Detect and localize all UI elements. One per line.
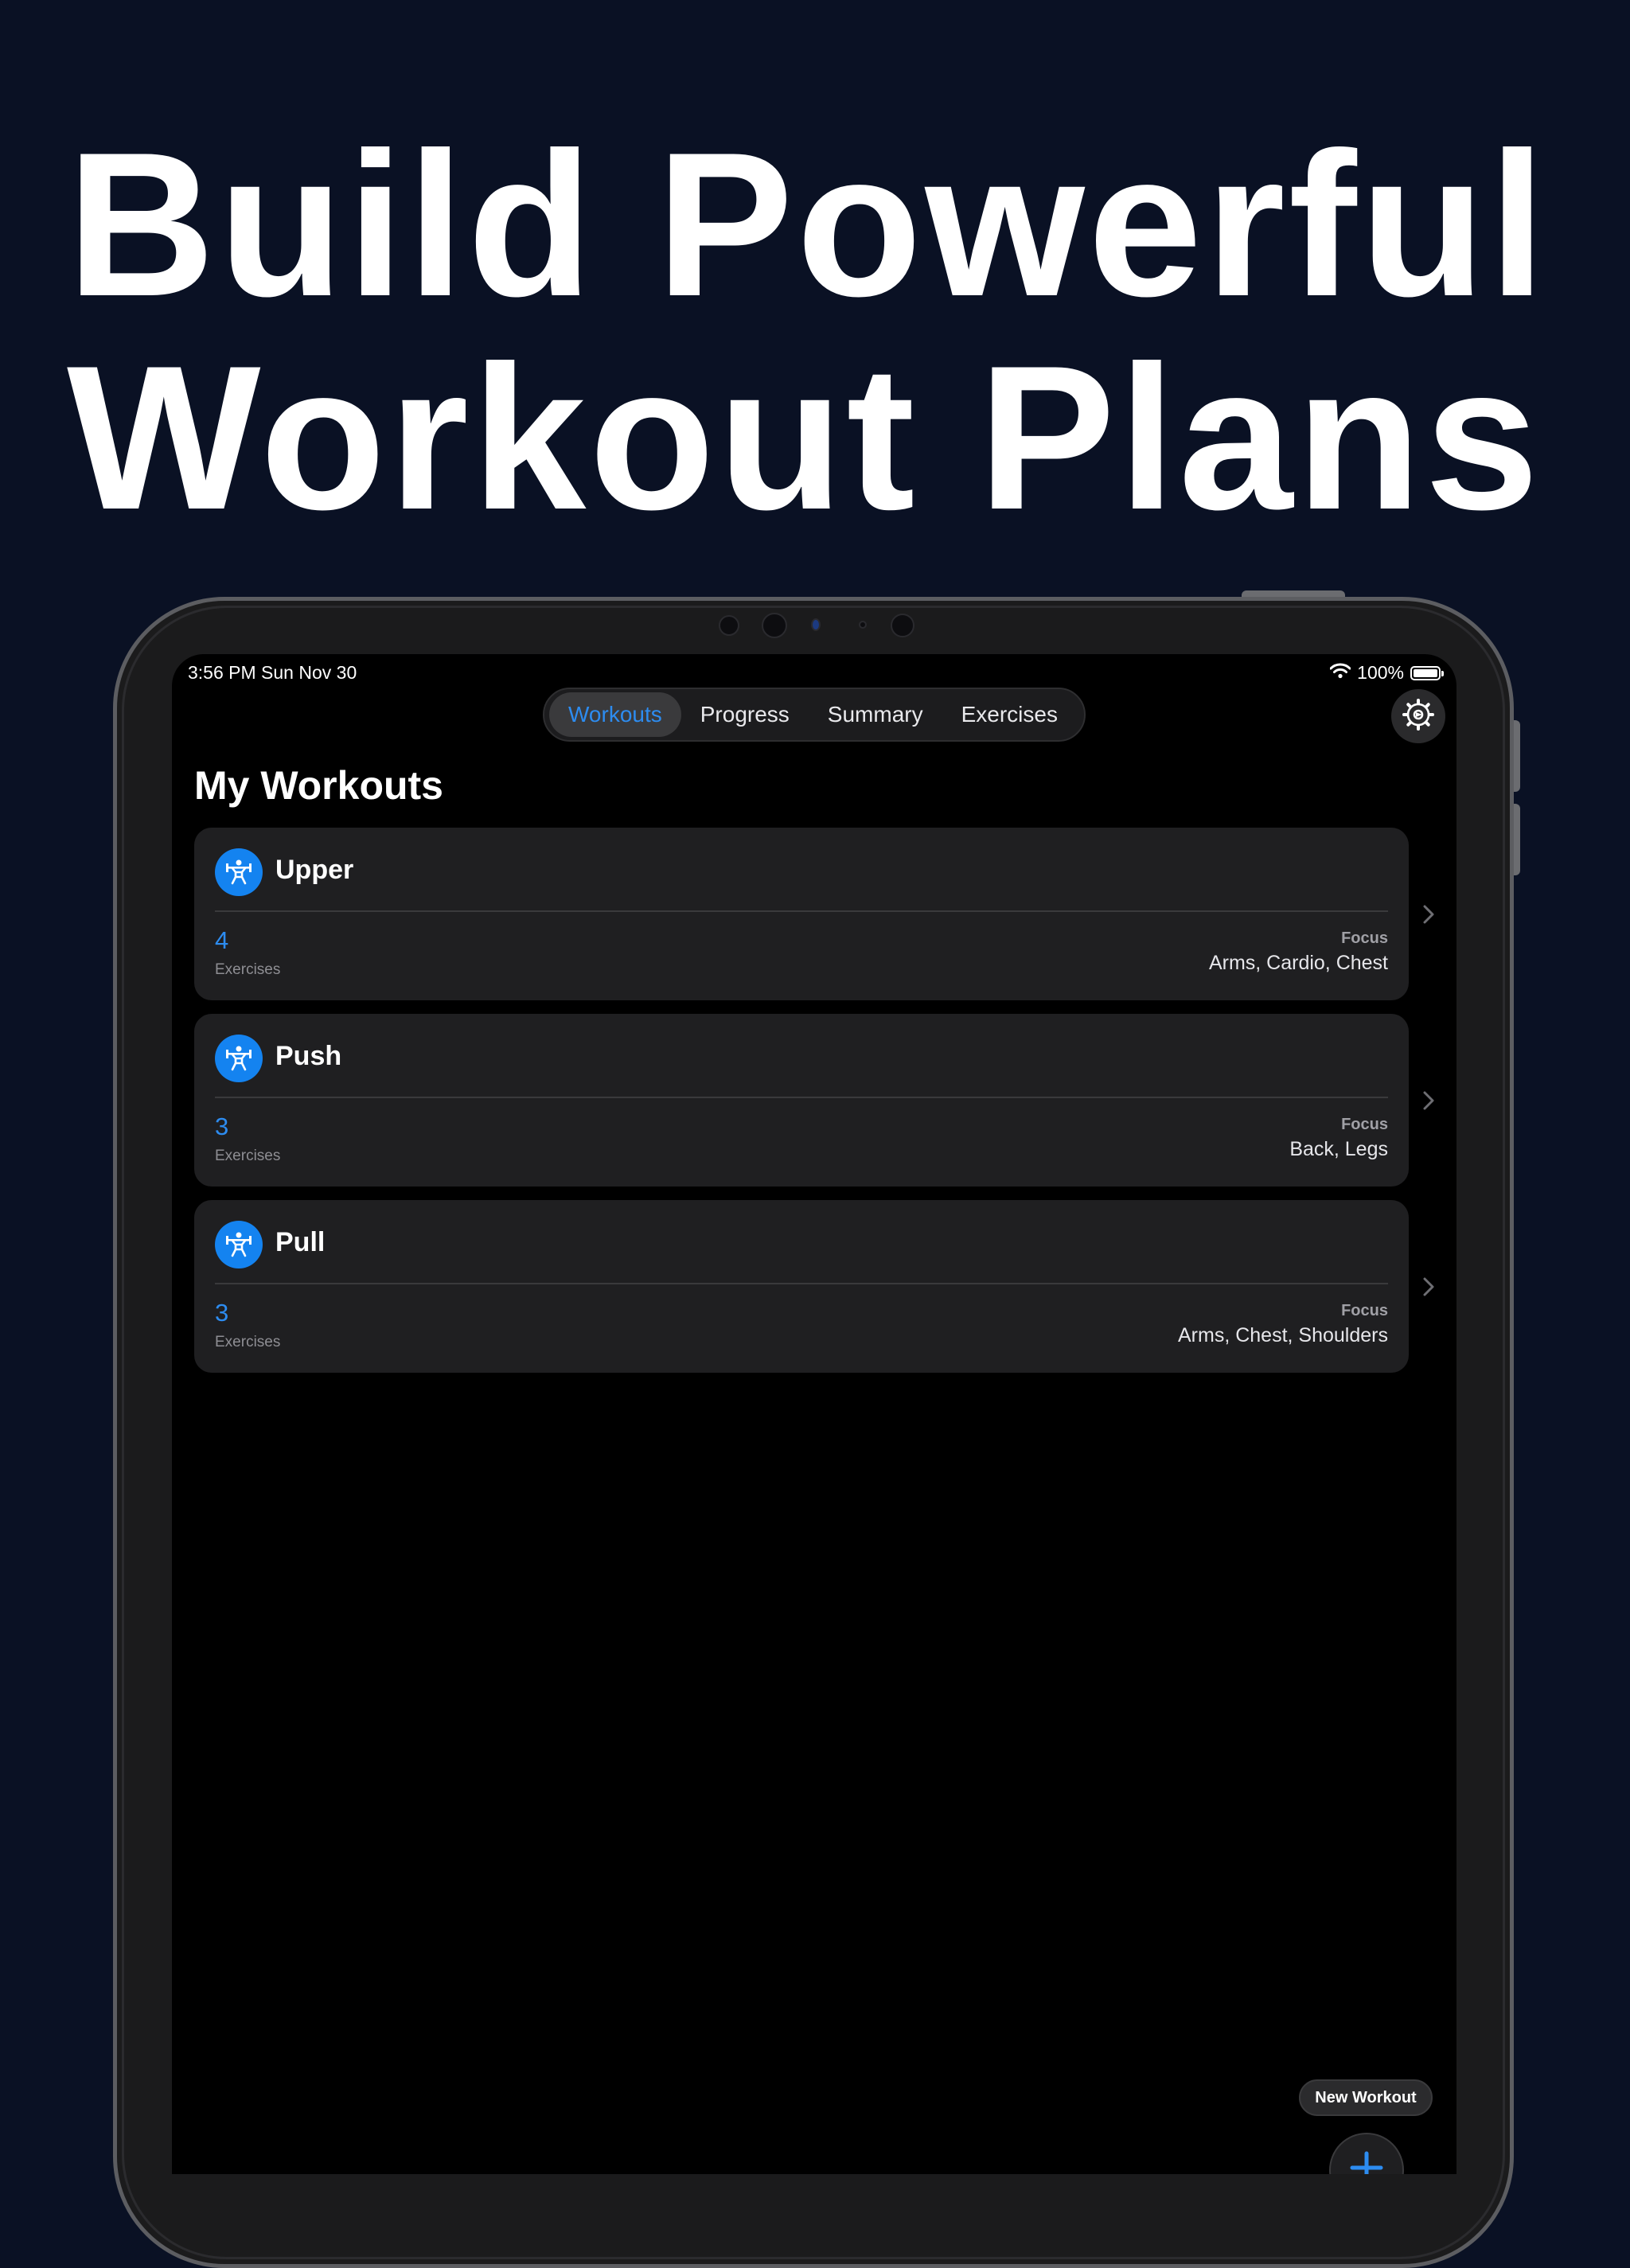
exercise-count: 3 [215,1113,229,1140]
headline-line-2: Workout Plans [67,322,1542,552]
exercise-count: 4 [215,926,229,954]
workout-name: Upper [275,855,354,885]
workout-card-push[interactable]: Push 3 Exercises Focus Back, Legs [194,1014,1409,1187]
battery-icon [1410,665,1444,680]
settings-button[interactable] [1391,689,1445,743]
workout-card-upper[interactable]: Upper 4 Exercises Focus Arms, Cardio, Ch… [194,828,1409,1000]
weightlifter-icon [215,848,263,896]
page-title: My Workouts [194,763,443,808]
chevron-right-icon[interactable] [1417,1089,1441,1113]
workout-name: Push [275,1041,342,1071]
gear-icon [1402,698,1435,735]
status-right: 100% [1329,662,1444,684]
status-time-date: 3:56 PM Sun Nov 30 [188,662,357,683]
chevron-right-icon[interactable] [1417,1275,1441,1299]
plus-icon [1349,2150,1384,2174]
workout-list: Upper 4 Exercises Focus Arms, Cardio, Ch… [194,828,1409,1386]
card-divider [215,910,1388,912]
app-screen: 3:56 PM Sun Nov 30 100% Workouts Progres… [172,654,1456,2174]
tab-workouts[interactable]: Workouts [549,692,681,737]
focus-label: Focus [1341,1302,1388,1319]
status-bar: 3:56 PM Sun Nov 30 100% [188,659,1444,691]
exercise-count-label: Exercises [215,1148,281,1164]
tab-summary[interactable]: Summary [809,692,942,737]
exercise-count-label: Exercises [215,961,281,978]
headline-line-1: Build Powerful [67,109,1549,339]
add-workout-button[interactable] [1329,2133,1404,2174]
focus-value: Arms, Cardio, Chest [1208,952,1388,974]
workout-name: Pull [275,1227,326,1257]
weightlifter-icon [215,1221,263,1268]
chevron-right-icon[interactable] [1417,902,1441,926]
focus-value: Back, Legs [1289,1138,1388,1160]
workout-card-pull[interactable]: Pull 3 Exercises Focus Arms, Chest, Shou… [194,1200,1409,1373]
battery-percent: 100% [1357,662,1404,683]
tab-bar: Workouts Progress Summary Exercises [543,688,1086,742]
exercise-count: 3 [215,1299,229,1327]
exercise-count-label: Exercises [215,1334,281,1350]
focus-label: Focus [1341,1116,1388,1133]
card-divider [215,1283,1388,1284]
new-workout-label[interactable]: New Workout [1299,2079,1433,2116]
headline: Build Powerful Workout Plans [67,118,1579,544]
tab-progress[interactable]: Progress [681,692,809,737]
focus-label: Focus [1341,929,1388,947]
tab-exercises[interactable]: Exercises [942,692,1077,737]
weightlifter-icon [215,1035,263,1082]
wifi-icon [1329,662,1351,684]
card-divider [215,1097,1388,1098]
focus-value: Arms, Chest, Shoulders [1178,1324,1388,1346]
battery-fill [1414,668,1437,677]
